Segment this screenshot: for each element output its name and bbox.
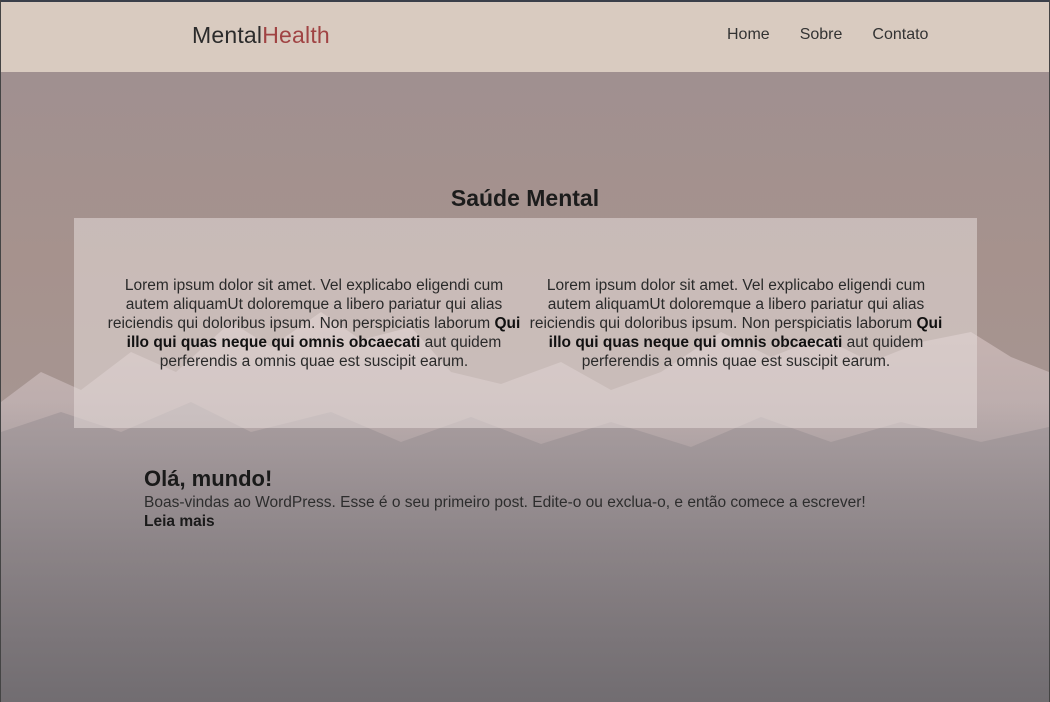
blog-post: Olá, mundo! Boas-vindas ao WordPress. Es… [144, 466, 944, 531]
intro-panel: Lorem ipsum dolor sit amet. Vel explicab… [74, 218, 977, 428]
nav-link-sobre[interactable]: Sobre [800, 26, 843, 44]
read-more-link[interactable]: Leia mais [144, 513, 215, 531]
post-title[interactable]: Olá, mundo! [144, 466, 944, 492]
site-header: MentalHealth Home Sobre Contato [1, 2, 1049, 72]
site-logo[interactable]: MentalHealth [192, 22, 330, 49]
nav-link-home[interactable]: Home [727, 26, 770, 44]
nav-link-contato[interactable]: Contato [872, 26, 928, 44]
logo-text-primary: Mental [192, 22, 263, 48]
window-left-border [0, 0, 1, 702]
intro-column-right: Lorem ipsum dolor sit amet. Vel explicab… [529, 276, 943, 371]
logo-text-accent: Health [262, 22, 330, 48]
hero-section: Saúde Mental Lorem ipsum dolor sit amet.… [1, 72, 1049, 702]
page-title: Saúde Mental [450, 185, 600, 212]
post-excerpt: Boas-vindas ao WordPress. Esse é o seu p… [144, 494, 866, 511]
intro-text: Lorem ipsum dolor sit amet. Vel explicab… [529, 277, 926, 332]
main-nav: Home Sobre Contato [727, 26, 958, 44]
intro-text: Lorem ipsum dolor sit amet. Vel explicab… [107, 277, 504, 332]
intro-column-left: Lorem ipsum dolor sit amet. Vel explicab… [107, 276, 521, 371]
